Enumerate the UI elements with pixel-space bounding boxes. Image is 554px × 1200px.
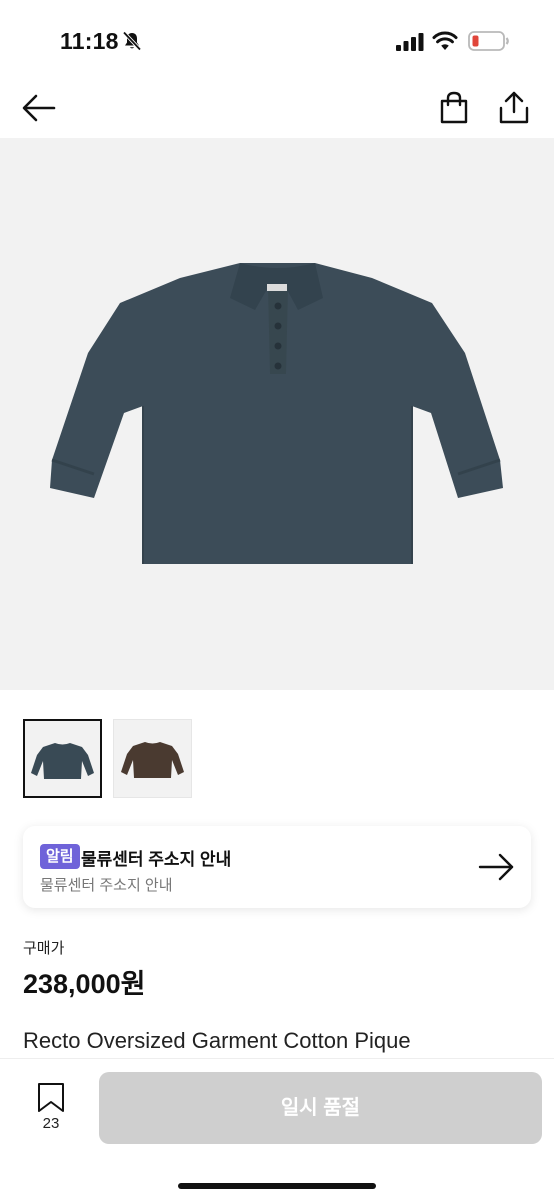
- sold-out-button[interactable]: 일시 품절: [99, 1072, 542, 1144]
- product-name: Recto Oversized Garment Cotton Pique: [23, 1028, 411, 1053]
- thumbnail-navy[interactable]: [23, 719, 102, 798]
- back-button[interactable]: [20, 88, 60, 128]
- bell-slash-icon: [121, 30, 143, 52]
- thumbnail-brown-image: [121, 742, 184, 778]
- wifi-icon: [432, 31, 458, 56]
- top-nav-bar: [0, 80, 554, 138]
- bookmark-icon: [38, 1083, 64, 1112]
- polo-shirt-image: [50, 263, 503, 564]
- status-bar: 11:18: [0, 0, 554, 80]
- product-image[interactable]: [0, 138, 554, 690]
- battery-icon: [468, 31, 510, 56]
- shopping-bag-button[interactable]: [434, 88, 474, 128]
- bottom-action-bar: 23 일시 품절: [0, 1058, 554, 1200]
- shopping-bag-icon: [440, 91, 468, 124]
- share-button[interactable]: [494, 88, 534, 128]
- notice-subtitle: 물류센터 주소지 안내: [40, 877, 173, 894]
- home-indicator: [178, 1183, 376, 1189]
- bookmark-count: 23: [42, 1115, 60, 1132]
- price-label: 구매가: [23, 940, 65, 957]
- notice-badge: 알림: [40, 844, 80, 869]
- signal-icon: [396, 33, 426, 56]
- thumbnail-brown[interactable]: [113, 719, 192, 798]
- thumbnail-navy-image: [31, 743, 94, 779]
- notice-card[interactable]: 알림 물류센터 주소지 안내 물류센터 주소지 안내: [23, 826, 531, 908]
- price-value: 238,000원: [23, 969, 146, 999]
- arrow-right-icon: [478, 850, 516, 884]
- back-arrow-icon: [22, 94, 56, 122]
- notice-title: 물류센터 주소지 안내: [81, 850, 232, 869]
- bookmark-button[interactable]: 23: [28, 1081, 74, 1137]
- status-time: 11:18: [60, 28, 119, 54]
- share-icon: [499, 91, 529, 124]
